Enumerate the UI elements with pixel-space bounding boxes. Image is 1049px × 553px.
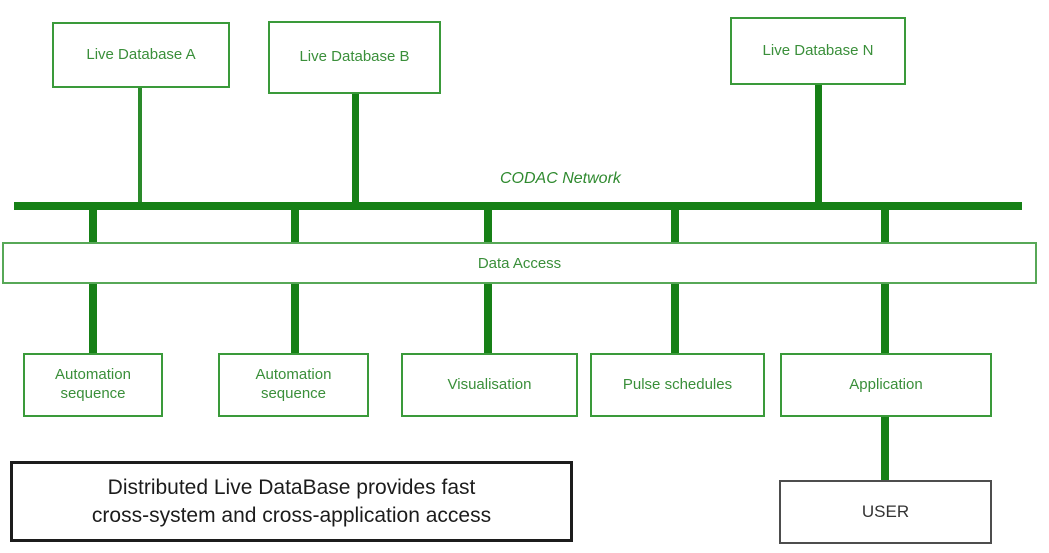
node-label: Data Access — [477, 254, 562, 272]
node-label: Application — [849, 375, 923, 393]
network-label: CODAC Network — [500, 170, 621, 187]
node-label: Live Database A — [86, 45, 196, 63]
node-label-line-2: sequence — [60, 385, 126, 402]
node-label: Live Database B — [299, 48, 410, 66]
connector-database-n-to-network — [815, 83, 822, 210]
node-user[interactable]: USER — [779, 480, 992, 544]
connector-data-access-to-application — [881, 282, 889, 355]
node-live-database-n[interactable]: Live Database N — [730, 17, 906, 85]
connector-network-to-data-access-2 — [291, 205, 299, 247]
connector-data-access-to-automation-2 — [291, 282, 299, 355]
connector-application-to-user — [881, 415, 889, 482]
node-label-line-2: sequence — [260, 385, 327, 402]
caption-box: Distributed Live DataBase provides fast … — [10, 461, 573, 542]
caption-line-1: Distributed Live DataBase provides fast — [107, 475, 476, 499]
node-automation-sequence-2[interactable]: Automation sequence — [218, 353, 369, 417]
connector-network-to-data-access-1 — [89, 205, 97, 247]
connector-data-access-to-pulse-schedules — [671, 282, 679, 355]
node-data-access[interactable]: Data Access — [2, 242, 1037, 284]
node-application[interactable]: Application — [780, 353, 992, 417]
node-live-database-b[interactable]: Live Database B — [268, 21, 441, 94]
node-label-line-1: Automation — [55, 366, 131, 384]
node-label: Visualisation — [447, 375, 532, 393]
connector-network-to-data-access-5 — [881, 205, 889, 247]
diagram-canvas: Live Database A Live Database B Live Dat… — [0, 0, 1049, 553]
caption-line-2: cross-system and cross-application acces… — [91, 503, 492, 527]
connector-data-access-to-automation-1 — [89, 282, 97, 355]
connector-database-a-to-network — [138, 86, 142, 210]
connector-network-to-data-access-4 — [671, 205, 679, 247]
node-live-database-a[interactable]: Live Database A — [52, 22, 230, 88]
connector-data-access-to-visualisation — [484, 282, 492, 355]
node-label: USER — [861, 502, 910, 522]
connector-database-b-to-network — [352, 92, 359, 210]
node-automation-sequence-1[interactable]: Automation sequence — [23, 353, 163, 417]
connector-network-to-data-access-3 — [484, 205, 492, 247]
codac-network-bus — [14, 202, 1022, 210]
node-label: Pulse schedules — [622, 375, 733, 393]
node-label: Live Database N — [762, 41, 874, 59]
node-visualisation[interactable]: Visualisation — [401, 353, 578, 417]
node-label-line-1: Automation — [255, 366, 332, 384]
node-pulse-schedules[interactable]: Pulse schedules — [590, 353, 765, 417]
